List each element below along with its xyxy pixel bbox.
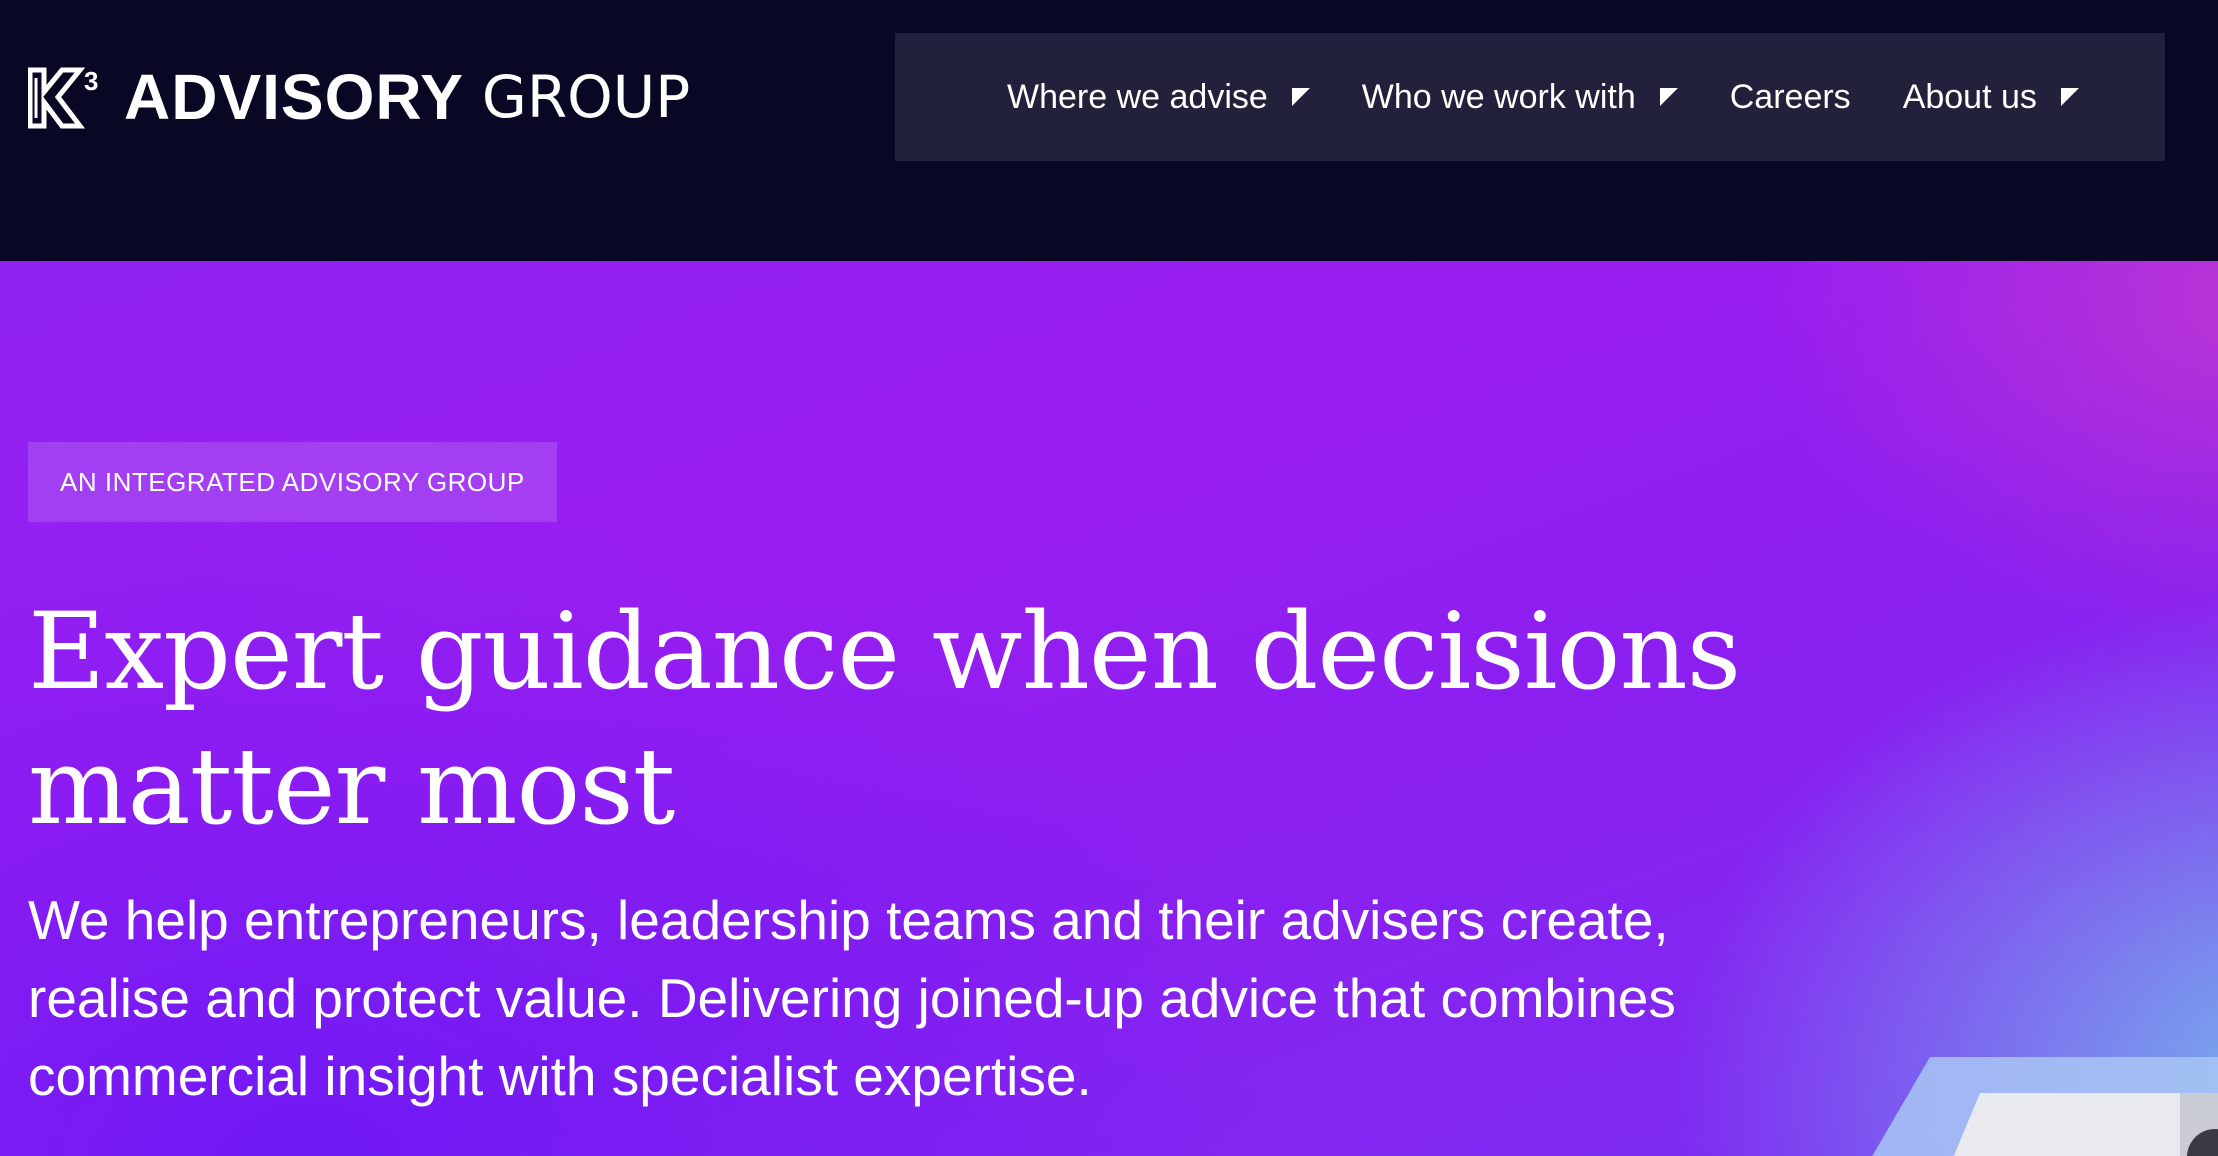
main-nav: Where we advise Who we work with Careers… [895, 33, 2165, 161]
dropdown-arrow-icon [1291, 88, 1310, 106]
logo-text-light: GROUP [481, 63, 691, 131]
site-logo[interactable]: 3 ADVISORY GROUP [28, 62, 690, 132]
dropdown-arrow-icon [1659, 88, 1678, 106]
hero-section: AN INTEGRATED ADVISORY GROUP Expert guid… [0, 261, 2218, 1156]
page: 3 ADVISORY GROUP Where we advise Who we … [0, 0, 2218, 1156]
site-header: 3 ADVISORY GROUP Where we advise Who we … [0, 0, 2218, 261]
eyebrow-tag: AN INTEGRATED ADVISORY GROUP [28, 442, 557, 522]
nav-item-about-us[interactable]: About us [1903, 78, 2079, 117]
dropdown-arrow-icon [2060, 88, 2079, 106]
hero-headline: Expert guidance when decisions matter mo… [28, 590, 1741, 848]
nav-item-careers[interactable]: Careers [1730, 78, 1851, 117]
k3-logo-icon: 3 [28, 66, 98, 129]
nav-item-label: About us [1902, 77, 2037, 116]
svg-text:3: 3 [84, 66, 98, 96]
nav-item-where-we-advise[interactable]: Where we advise [1007, 78, 1310, 117]
hero-image-peek [1872, 1057, 2218, 1156]
hero-subtext: We help entrepreneurs, leadership teams … [28, 889, 1676, 1107]
logo-text-bold: ADVISORY [124, 61, 464, 133]
nav-item-label: Where we advise [1007, 77, 1268, 116]
nav-item-label: Who we work with [1361, 77, 1636, 116]
nav-item-who-we-work-with[interactable]: Who we work with [1362, 78, 1678, 117]
nav-item-label: Careers [1729, 77, 1851, 116]
